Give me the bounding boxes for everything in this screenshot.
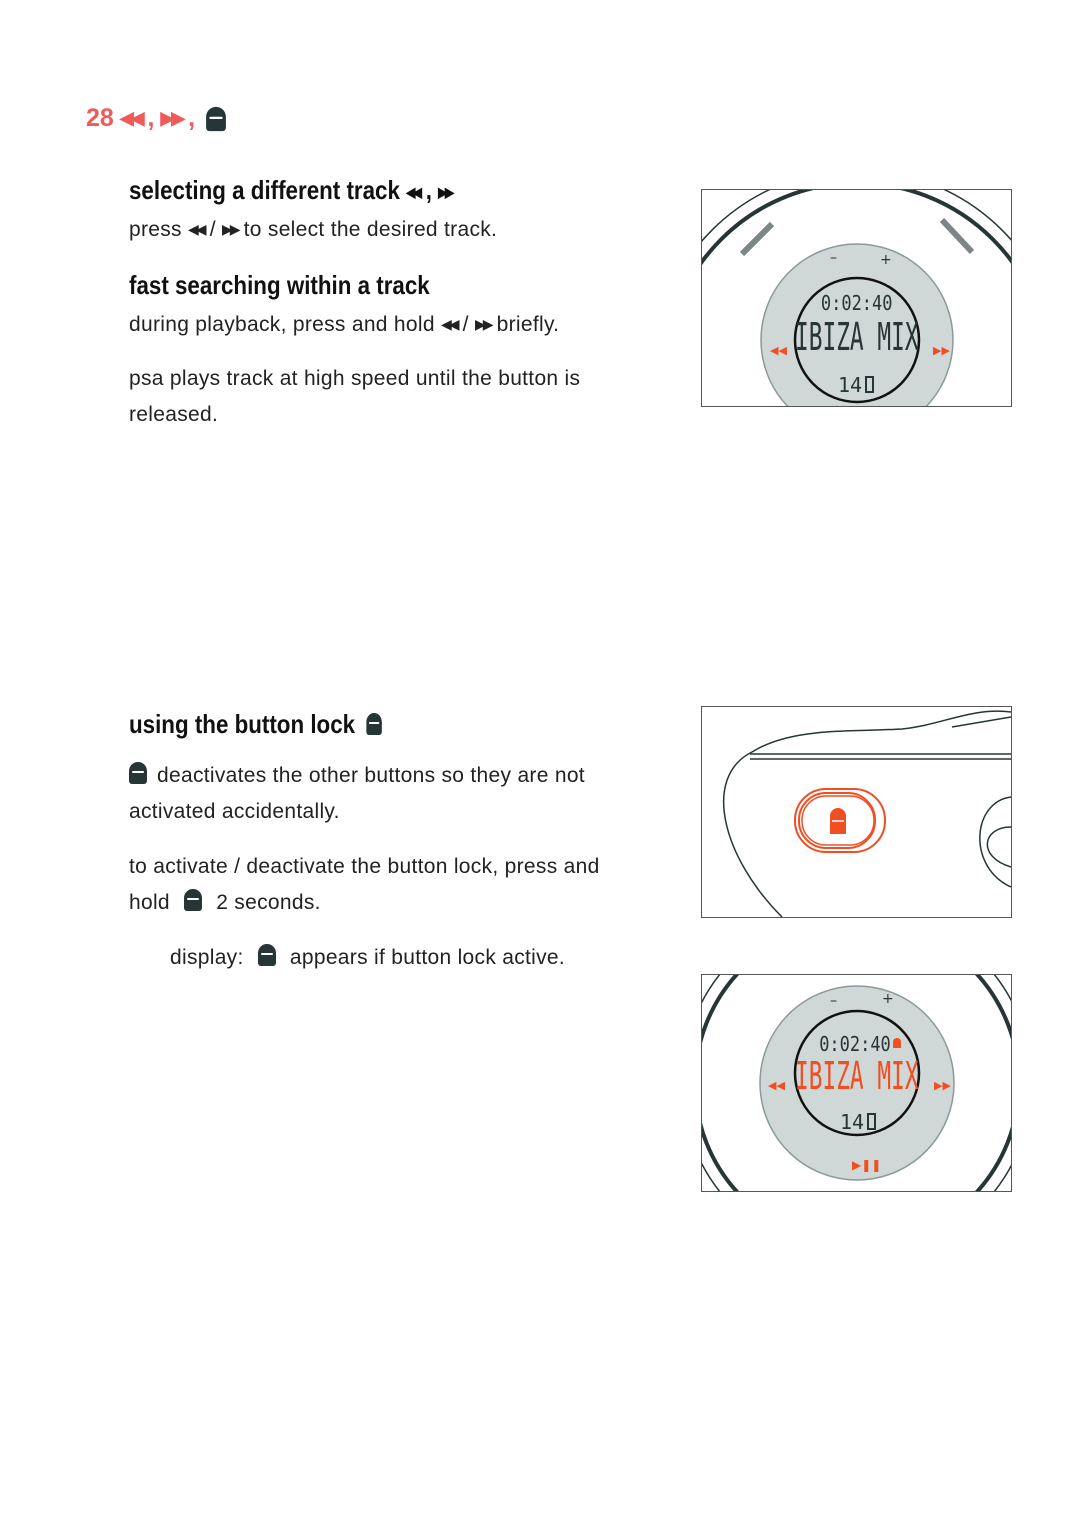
lock-icon (206, 106, 226, 131)
fast-search-body-2: psa plays track at high speed until the … (129, 367, 581, 426)
rewind-icon: ◀◀ (119, 108, 145, 128)
fast-forward-icon: ▶▶ (221, 221, 240, 237)
section-title-button-lock: using the button lock (129, 709, 382, 740)
selecting-body: press ◀◀ / ▶▶ to select the desired trac… (129, 218, 498, 241)
fast-search-body-1: during playback, press and hold ◀◀ / ▶▶ … (129, 313, 560, 336)
figure-player-display-locked: – + 0:02:40 IBIZA MIX 14 ◀◀ ▶▶ ▶❚❚ (701, 974, 1012, 1192)
volume-plus-label: + (880, 252, 892, 268)
section-title-fast-search: fast searching within a track (129, 270, 430, 300)
lock-icon (257, 944, 276, 966)
figure-lock-switch (701, 706, 1012, 918)
display-time: 0:02:40 (819, 1034, 891, 1057)
fast-forward-icon: ▶▶ (933, 344, 950, 357)
rewind-icon: ◀◀ (188, 221, 206, 237)
lock-icon (366, 713, 382, 735)
display-track: IBIZA MIX (795, 316, 919, 360)
rewind-icon: ◀◀ (406, 184, 422, 200)
display-track-number: 14 (840, 1110, 864, 1134)
fast-forward-icon: ▶▶ (438, 184, 454, 200)
figure-player-display: – + 0:02:40 IBIZA MIX 14 ◀◀ ▶▶ (701, 189, 1012, 407)
button-lock-para-2: to activate / deactivate the button lock… (129, 855, 600, 914)
volume-plus-label: + (882, 991, 894, 1007)
section-title-selecting: selecting a different track ◀◀ , ▶▶ (129, 175, 454, 205)
fast-forward-icon: ▶▶ (934, 1079, 951, 1092)
page-header: 28 ◀◀ , ▶▶ , (86, 104, 226, 133)
lock-icon (184, 889, 203, 911)
fast-forward-icon: ▶▶ (474, 316, 493, 332)
volume-minus-label: – (830, 993, 837, 1009)
lock-icon (129, 762, 147, 784)
display-track-number: 14 (838, 373, 862, 397)
play-pause-icon: ▶❚❚ (852, 1158, 881, 1172)
volume-minus-label: – (830, 250, 837, 266)
button-lock-para-3: display: appears if button lock active. (170, 944, 566, 969)
display-time: 0:02:40 (821, 293, 893, 316)
rewind-icon: ◀◀ (768, 1079, 785, 1092)
rewind-icon: ◀◀ (770, 344, 787, 357)
button-lock-para-1: deactivates the other buttons so they ar… (129, 762, 585, 823)
fast-forward-icon: ▶▶ (160, 108, 185, 128)
lock-icon (893, 1038, 901, 1048)
rewind-icon: ◀◀ (440, 316, 459, 332)
display-track: IBIZA MIX (795, 1055, 919, 1099)
page-number: 28 (86, 104, 114, 132)
